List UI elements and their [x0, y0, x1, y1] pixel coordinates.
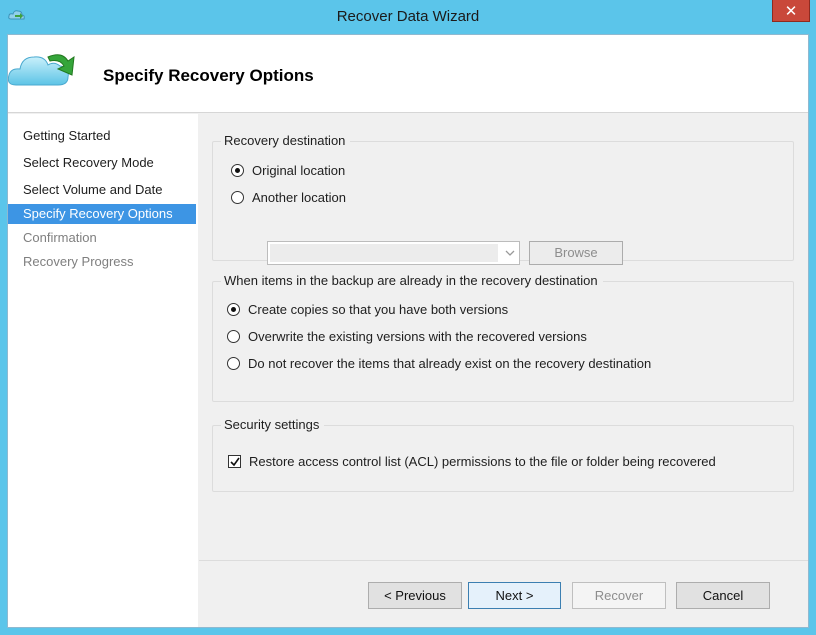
overwrite-option[interactable]: Overwrite the existing versions with the…	[227, 329, 587, 344]
nav-step-specify-recovery-options[interactable]: Specify Recovery Options	[8, 204, 196, 224]
window-title: Recover Data Wizard	[336, 8, 480, 25]
wizard-steps-nav: Getting Started Select Recovery Mode Sel…	[8, 114, 198, 627]
nav-step-confirmation: Confirmation	[23, 230, 97, 245]
security-settings-group: Security settings Restore access control…	[212, 417, 794, 492]
overwrite-radio[interactable]	[227, 330, 240, 343]
restore-acl-checkbox[interactable]	[228, 455, 241, 468]
original-location-label: Original location	[252, 163, 346, 178]
nav-step-recovery-progress: Recovery Progress	[23, 254, 134, 269]
conflict-handling-group: When items in the backup are already in …	[212, 273, 794, 402]
create-copies-label: Create copies so that you have both vers…	[248, 302, 509, 317]
previous-button[interactable]: < Previous	[368, 582, 462, 609]
original-location-option[interactable]: Original location	[231, 163, 345, 178]
security-settings-label: Security settings	[221, 417, 325, 432]
create-copies-option[interactable]: Create copies so that you have both vers…	[227, 302, 508, 317]
options-content: Recovery destination Original location A…	[199, 114, 808, 627]
do-not-recover-label: Do not recover the items that already ex…	[248, 356, 652, 371]
cancel-button[interactable]: Cancel	[676, 582, 770, 609]
title-bar: Recover Data Wizard ✕	[0, 0, 816, 34]
close-button[interactable]: ✕	[772, 0, 810, 22]
checkmark-icon	[230, 457, 240, 467]
page-title: Specify Recovery Options	[103, 66, 314, 85]
do-not-recover-radio[interactable]	[227, 357, 240, 370]
wizard-window: Specify Recovery Options Getting Started…	[7, 34, 809, 628]
close-icon: ✕	[784, 1, 798, 20]
another-location-radio[interactable]	[231, 191, 244, 204]
nav-step-select-volume-and-date[interactable]: Select Volume and Date	[8, 180, 196, 200]
overwrite-label: Overwrite the existing versions with the…	[248, 329, 587, 344]
another-location-option[interactable]: Another location	[231, 190, 346, 205]
location-value	[270, 244, 498, 262]
location-combobox	[267, 241, 520, 265]
do-not-recover-option[interactable]: Do not recover the items that already ex…	[227, 356, 651, 371]
recover-button: Recover	[572, 582, 666, 609]
nav-step-select-recovery-mode[interactable]: Select Recovery Mode	[8, 153, 196, 173]
next-button[interactable]: Next >	[468, 582, 561, 609]
create-copies-radio[interactable]	[227, 303, 240, 316]
recovery-destination-label: Recovery destination	[221, 133, 351, 148]
restore-acl-label: Restore access control list (ACL) permis…	[249, 454, 716, 469]
restore-acl-option[interactable]: Restore access control list (ACL) permis…	[228, 454, 716, 469]
wizard-footer: < Previous Next > Recover Cancel	[199, 560, 808, 627]
nav-step-getting-started[interactable]: Getting Started	[8, 126, 196, 146]
browse-button: Browse	[529, 241, 623, 265]
another-location-label: Another location	[252, 190, 346, 205]
wizard-header: Specify Recovery Options	[8, 35, 808, 113]
chevron-down-icon	[505, 250, 515, 256]
original-location-radio[interactable]	[231, 164, 244, 177]
cloud-arrow-icon	[8, 54, 75, 86]
conflict-handling-label: When items in the backup are already in …	[221, 273, 603, 288]
recovery-destination-group: Recovery destination Original location A…	[212, 133, 794, 265]
